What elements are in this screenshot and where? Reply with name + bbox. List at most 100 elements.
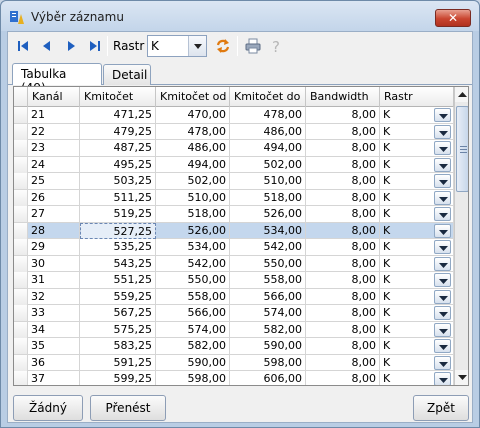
table-cell[interactable]: 503,25 (80, 173, 156, 189)
table-cell[interactable]: K (380, 255, 454, 272)
table-row[interactable]: 21 471,25 470,00 478,00 8,00 K (14, 107, 454, 124)
row-header[interactable] (14, 354, 28, 371)
table-cell[interactable]: 8,00 (306, 255, 380, 272)
table-cell[interactable]: 8,00 (306, 354, 380, 371)
tab-detail[interactable]: Detail (103, 64, 151, 85)
row-header[interactable] (14, 107, 28, 123)
row-header[interactable] (14, 321, 28, 338)
chevron-down-icon[interactable] (434, 124, 451, 139)
scrollbar-thumb[interactable] (456, 106, 468, 192)
table-cell[interactable]: 534,00 (230, 222, 306, 239)
table-cell[interactable]: K (380, 354, 454, 371)
table-cell[interactable]: 478,00 (156, 123, 230, 140)
table-cell[interactable]: 566,00 (156, 305, 230, 321)
chevron-down-icon[interactable] (434, 141, 451, 155)
table-cell[interactable]: 542,00 (156, 255, 230, 272)
table-cell[interactable]: 8,00 (306, 272, 380, 288)
column-header-kanal[interactable]: Kanál (28, 87, 80, 107)
table-cell[interactable]: K (380, 156, 454, 173)
table-cell[interactable]: 543,25 (80, 255, 156, 272)
table-cell[interactable]: 8,00 (306, 173, 380, 189)
table-cell[interactable]: 550,00 (230, 255, 306, 272)
table-cell[interactable]: 583,25 (80, 338, 156, 354)
table-cell[interactable]: 26 (28, 189, 80, 206)
row-header[interactable] (14, 123, 28, 140)
table-cell[interactable]: K (380, 321, 454, 338)
table-row[interactable]: 32 559,25 558,00 566,00 8,00 K (14, 288, 454, 305)
tab-table[interactable]: Tabulka (49) (12, 63, 102, 95)
table-cell[interactable]: 487,25 (80, 140, 156, 156)
row-header[interactable] (14, 156, 28, 173)
chevron-down-icon[interactable] (434, 273, 451, 287)
rastr-select[interactable]: K (147, 35, 207, 57)
chevron-down-icon[interactable] (434, 339, 451, 353)
table-cell[interactable]: 534,00 (156, 239, 230, 255)
chevron-down-icon[interactable] (434, 223, 451, 238)
row-header[interactable] (14, 288, 28, 305)
table-cell[interactable]: 25 (28, 173, 80, 189)
row-header[interactable] (14, 140, 28, 156)
table-cell[interactable]: K (380, 288, 454, 305)
table-cell[interactable]: 582,00 (156, 338, 230, 354)
table-cell[interactable]: 8,00 (306, 189, 380, 206)
table-cell[interactable]: 535,25 (80, 239, 156, 255)
print-icon[interactable] (244, 37, 262, 55)
table-row[interactable]: 30 543,25 542,00 550,00 8,00 K (14, 255, 454, 272)
chevron-down-icon[interactable] (188, 36, 206, 56)
row-header[interactable] (14, 255, 28, 272)
table-cell[interactable]: K (380, 239, 454, 255)
table-cell[interactable]: 486,00 (156, 140, 230, 156)
last-record-icon[interactable] (86, 37, 104, 55)
table-cell[interactable]: 36 (28, 354, 80, 371)
row-header[interactable] (14, 338, 28, 354)
next-record-icon[interactable] (62, 37, 80, 55)
table-cell[interactable]: 34 (28, 321, 80, 338)
table-cell[interactable]: 494,00 (156, 156, 230, 173)
chevron-down-icon[interactable] (434, 355, 451, 370)
table-cell[interactable]: 33 (28, 305, 80, 321)
scroll-up-icon[interactable] (455, 87, 468, 102)
table-cell[interactable]: 558,00 (156, 288, 230, 305)
table-cell[interactable]: 8,00 (306, 239, 380, 255)
table-cell[interactable]: 494,00 (230, 140, 306, 156)
table-cell[interactable]: K (380, 222, 454, 239)
table-cell[interactable]: 526,00 (230, 206, 306, 222)
chevron-down-icon[interactable] (434, 306, 451, 320)
title-bar[interactable]: Výběr záznamu ✕ (1, 1, 479, 31)
chevron-down-icon[interactable] (434, 190, 451, 205)
table-cell[interactable]: 8,00 (306, 371, 380, 385)
chevron-down-icon[interactable] (434, 322, 451, 337)
table-cell[interactable]: 24 (28, 156, 80, 173)
table-cell[interactable]: 22 (28, 123, 80, 140)
chevron-down-icon[interactable] (434, 256, 451, 271)
chevron-down-icon[interactable] (434, 108, 451, 122)
table-cell[interactable]: K (380, 305, 454, 321)
none-button[interactable]: Žádný (13, 395, 83, 421)
table-cell[interactable]: 8,00 (306, 222, 380, 239)
chevron-down-icon[interactable] (434, 207, 451, 221)
close-button[interactable]: ✕ (435, 9, 471, 27)
table-row[interactable]: 34 575,25 574,00 582,00 8,00 K (14, 321, 454, 338)
table-cell[interactable]: 495,25 (80, 156, 156, 173)
table-cell[interactable]: 35 (28, 338, 80, 354)
table-cell[interactable]: 582,00 (230, 321, 306, 338)
table-cell[interactable]: 471,25 (80, 107, 156, 123)
table-cell[interactable]: 542,00 (230, 239, 306, 255)
row-header[interactable] (14, 206, 28, 222)
chevron-down-icon[interactable] (434, 289, 451, 304)
table-cell[interactable]: 510,00 (230, 173, 306, 189)
table-cell[interactable]: 8,00 (306, 140, 380, 156)
table-row[interactable]: 23 487,25 486,00 494,00 8,00 K (14, 140, 454, 157)
table-cell[interactable]: 550,00 (156, 272, 230, 288)
table-cell[interactable]: 566,00 (230, 288, 306, 305)
table-cell[interactable]: 502,00 (230, 156, 306, 173)
table-cell[interactable]: 8,00 (306, 123, 380, 140)
back-button[interactable]: Zpět (413, 395, 469, 421)
column-header-kmitocet[interactable]: Kmitočet (80, 87, 156, 107)
row-header[interactable] (14, 189, 28, 206)
table-cell[interactable]: 606,00 (230, 371, 306, 385)
table-cell[interactable]: 8,00 (306, 156, 380, 173)
table-cell[interactable]: 599,25 (80, 371, 156, 385)
table-row[interactable]: 25 503,25 502,00 510,00 8,00 K (14, 173, 454, 190)
table-row[interactable]: 37 599,25 598,00 606,00 8,00 K (14, 371, 454, 385)
